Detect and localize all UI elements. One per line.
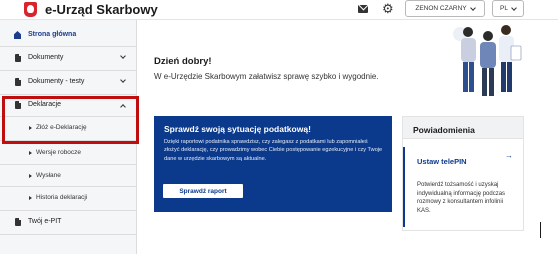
chevron-down-icon (469, 4, 476, 11)
sidebar-subitem-label: Historia deklaracji (36, 194, 88, 201)
notifications-title: Powiadomienia (413, 125, 475, 135)
sidebar-item-label: Dokumenty - testy (28, 78, 85, 85)
divider (0, 234, 137, 235)
check-report-button[interactable]: Sprawdź raport (163, 184, 243, 198)
chevron-down-icon (511, 4, 517, 11)
bullet-icon (29, 174, 32, 178)
app-title[interactable]: e-Urząd Skarbowy (45, 2, 158, 17)
sidebar-item-home[interactable]: Strona główna (0, 29, 137, 41)
divider (0, 164, 137, 165)
notifications-header: Powiadomienia (403, 117, 523, 139)
sidebar-subitem-history[interactable]: Historia deklaracji (0, 193, 137, 205)
greeting-heading: Dzień dobry! (154, 56, 212, 67)
sidebar-subitem-label: Wersje robocze (36, 149, 82, 156)
sidebar-subitem-drafts[interactable]: Wersje robocze (0, 148, 137, 160)
notification-item-text: Potwierdź tożsamość i uzyskaj indywidual… (417, 182, 506, 214)
sidebar-item-documents-tests[interactable]: Dokumenty - testy (0, 77, 137, 89)
document-icon (15, 78, 21, 86)
divider (0, 94, 137, 95)
welcome-text: W e-Urzędzie Skarbowym załatwisz sprawę … (154, 72, 379, 81)
eagle-logo-icon (24, 2, 37, 17)
divider (0, 70, 137, 71)
user-menu-button[interactable]: ZENON CZARNY (405, 0, 485, 17)
mail-icon[interactable] (358, 5, 368, 13)
user-name-label: ZENON CZARNY (415, 5, 467, 12)
chevron-down-icon (120, 53, 126, 59)
notifications-panel: Powiadomienia → Ustaw telePIN Potwierdź … (402, 116, 524, 231)
document-icon (15, 54, 21, 62)
gear-icon[interactable]: ⚙ (382, 2, 394, 16)
language-select[interactable]: PL (492, 0, 524, 17)
language-label: PL (500, 5, 508, 12)
bullet-icon (29, 151, 32, 155)
sidebar-item-e-pit[interactable]: Twój e-PIT (0, 217, 137, 229)
notification-accent-bar (403, 147, 405, 227)
sidebar-item-label: Strona główna (28, 31, 77, 38)
tax-report-banner: Sprawdź swoją sytuację podatkową! Dzięki… (154, 116, 392, 212)
highlight-annotation (2, 96, 139, 144)
arrow-right-icon[interactable]: → (505, 151, 513, 160)
banner-title: Sprawdź swoją sytuację podatkową! (164, 124, 311, 134)
bullet-icon (29, 196, 32, 200)
sidebar-subitem-label: Wysłane (36, 172, 61, 179)
document-icon (15, 218, 21, 226)
sidebar-subitem-sent[interactable]: Wysłane (0, 171, 137, 183)
banner-text: Dzięki raportowi podatnika sprawdzisz, c… (164, 139, 383, 162)
notification-item-title[interactable]: Ustaw telePIN (417, 157, 467, 166)
divider (0, 46, 137, 47)
sidebar-item-label: Dokumenty (28, 54, 64, 61)
divider (0, 186, 137, 187)
sidebar-item-label: Twój e-PIT (28, 218, 62, 225)
divider (0, 210, 137, 211)
people-illustration (453, 25, 522, 96)
text-cursor (540, 222, 541, 238)
chevron-down-icon (120, 77, 126, 83)
sidebar-item-documents[interactable]: Dokumenty (0, 53, 137, 65)
home-icon (14, 31, 21, 39)
